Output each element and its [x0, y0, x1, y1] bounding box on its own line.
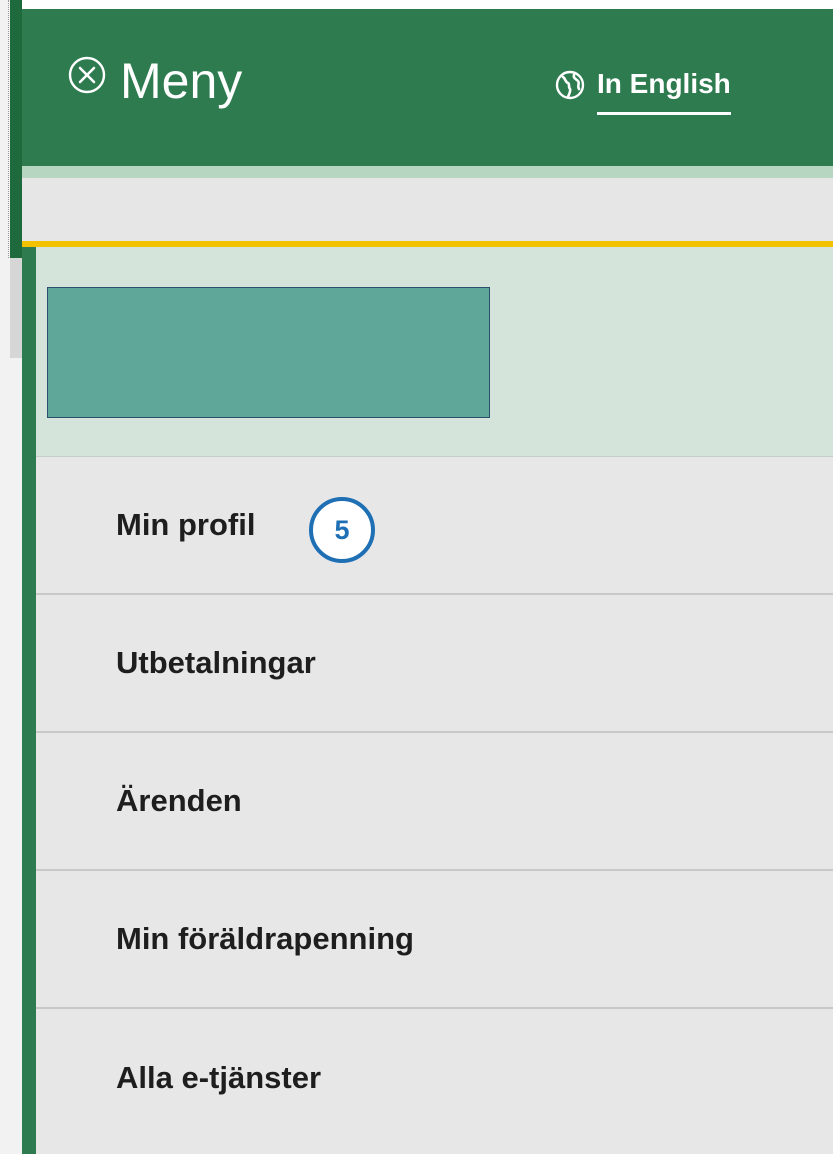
globe-icon — [555, 70, 585, 100]
nav-item-arenden[interactable]: Ärenden — [36, 733, 833, 871]
language-link-label: In English — [597, 68, 731, 99]
nav-item-label: Alla e-tjänster — [116, 1060, 322, 1095]
nav-item-label: Min profil — [116, 507, 256, 542]
page-edge-green-strip — [10, 0, 22, 258]
nav-item-label: Ärenden — [116, 783, 242, 818]
nav-item-min-profil[interactable]: Min profil 5 — [36, 457, 833, 595]
page-edge-grey-strip — [10, 258, 22, 358]
user-panel — [36, 247, 833, 457]
step-number-badge: 5 — [309, 497, 375, 563]
language-link-underline: In English — [597, 67, 731, 115]
menu-title: Meny — [120, 53, 243, 109]
search-band-top-stripe — [22, 166, 833, 178]
nav-item-min-foraldrapenning[interactable]: Min föräldrapenning — [36, 871, 833, 1009]
search-band — [22, 166, 833, 244]
nav-item-label: Min föräldrapenning — [116, 921, 414, 956]
close-icon[interactable] — [68, 56, 106, 94]
nav-item-label: Utbetalningar — [116, 645, 316, 680]
menu-header: Meny In English — [22, 9, 833, 166]
redacted-user-name-box — [47, 287, 490, 418]
nav-item-alla-e-tjanster[interactable]: Alla e-tjänster — [36, 1009, 833, 1147]
nav-menu: Min profil 5 Utbetalningar Ärenden Min f… — [36, 457, 833, 1154]
nav-accent-bar — [22, 247, 36, 1154]
page-edge-dotted-line — [8, 0, 9, 258]
language-link[interactable]: In English — [555, 67, 731, 117]
nav-item-utbetalningar[interactable]: Utbetalningar — [36, 595, 833, 733]
step-number-text: 5 — [334, 514, 350, 545]
